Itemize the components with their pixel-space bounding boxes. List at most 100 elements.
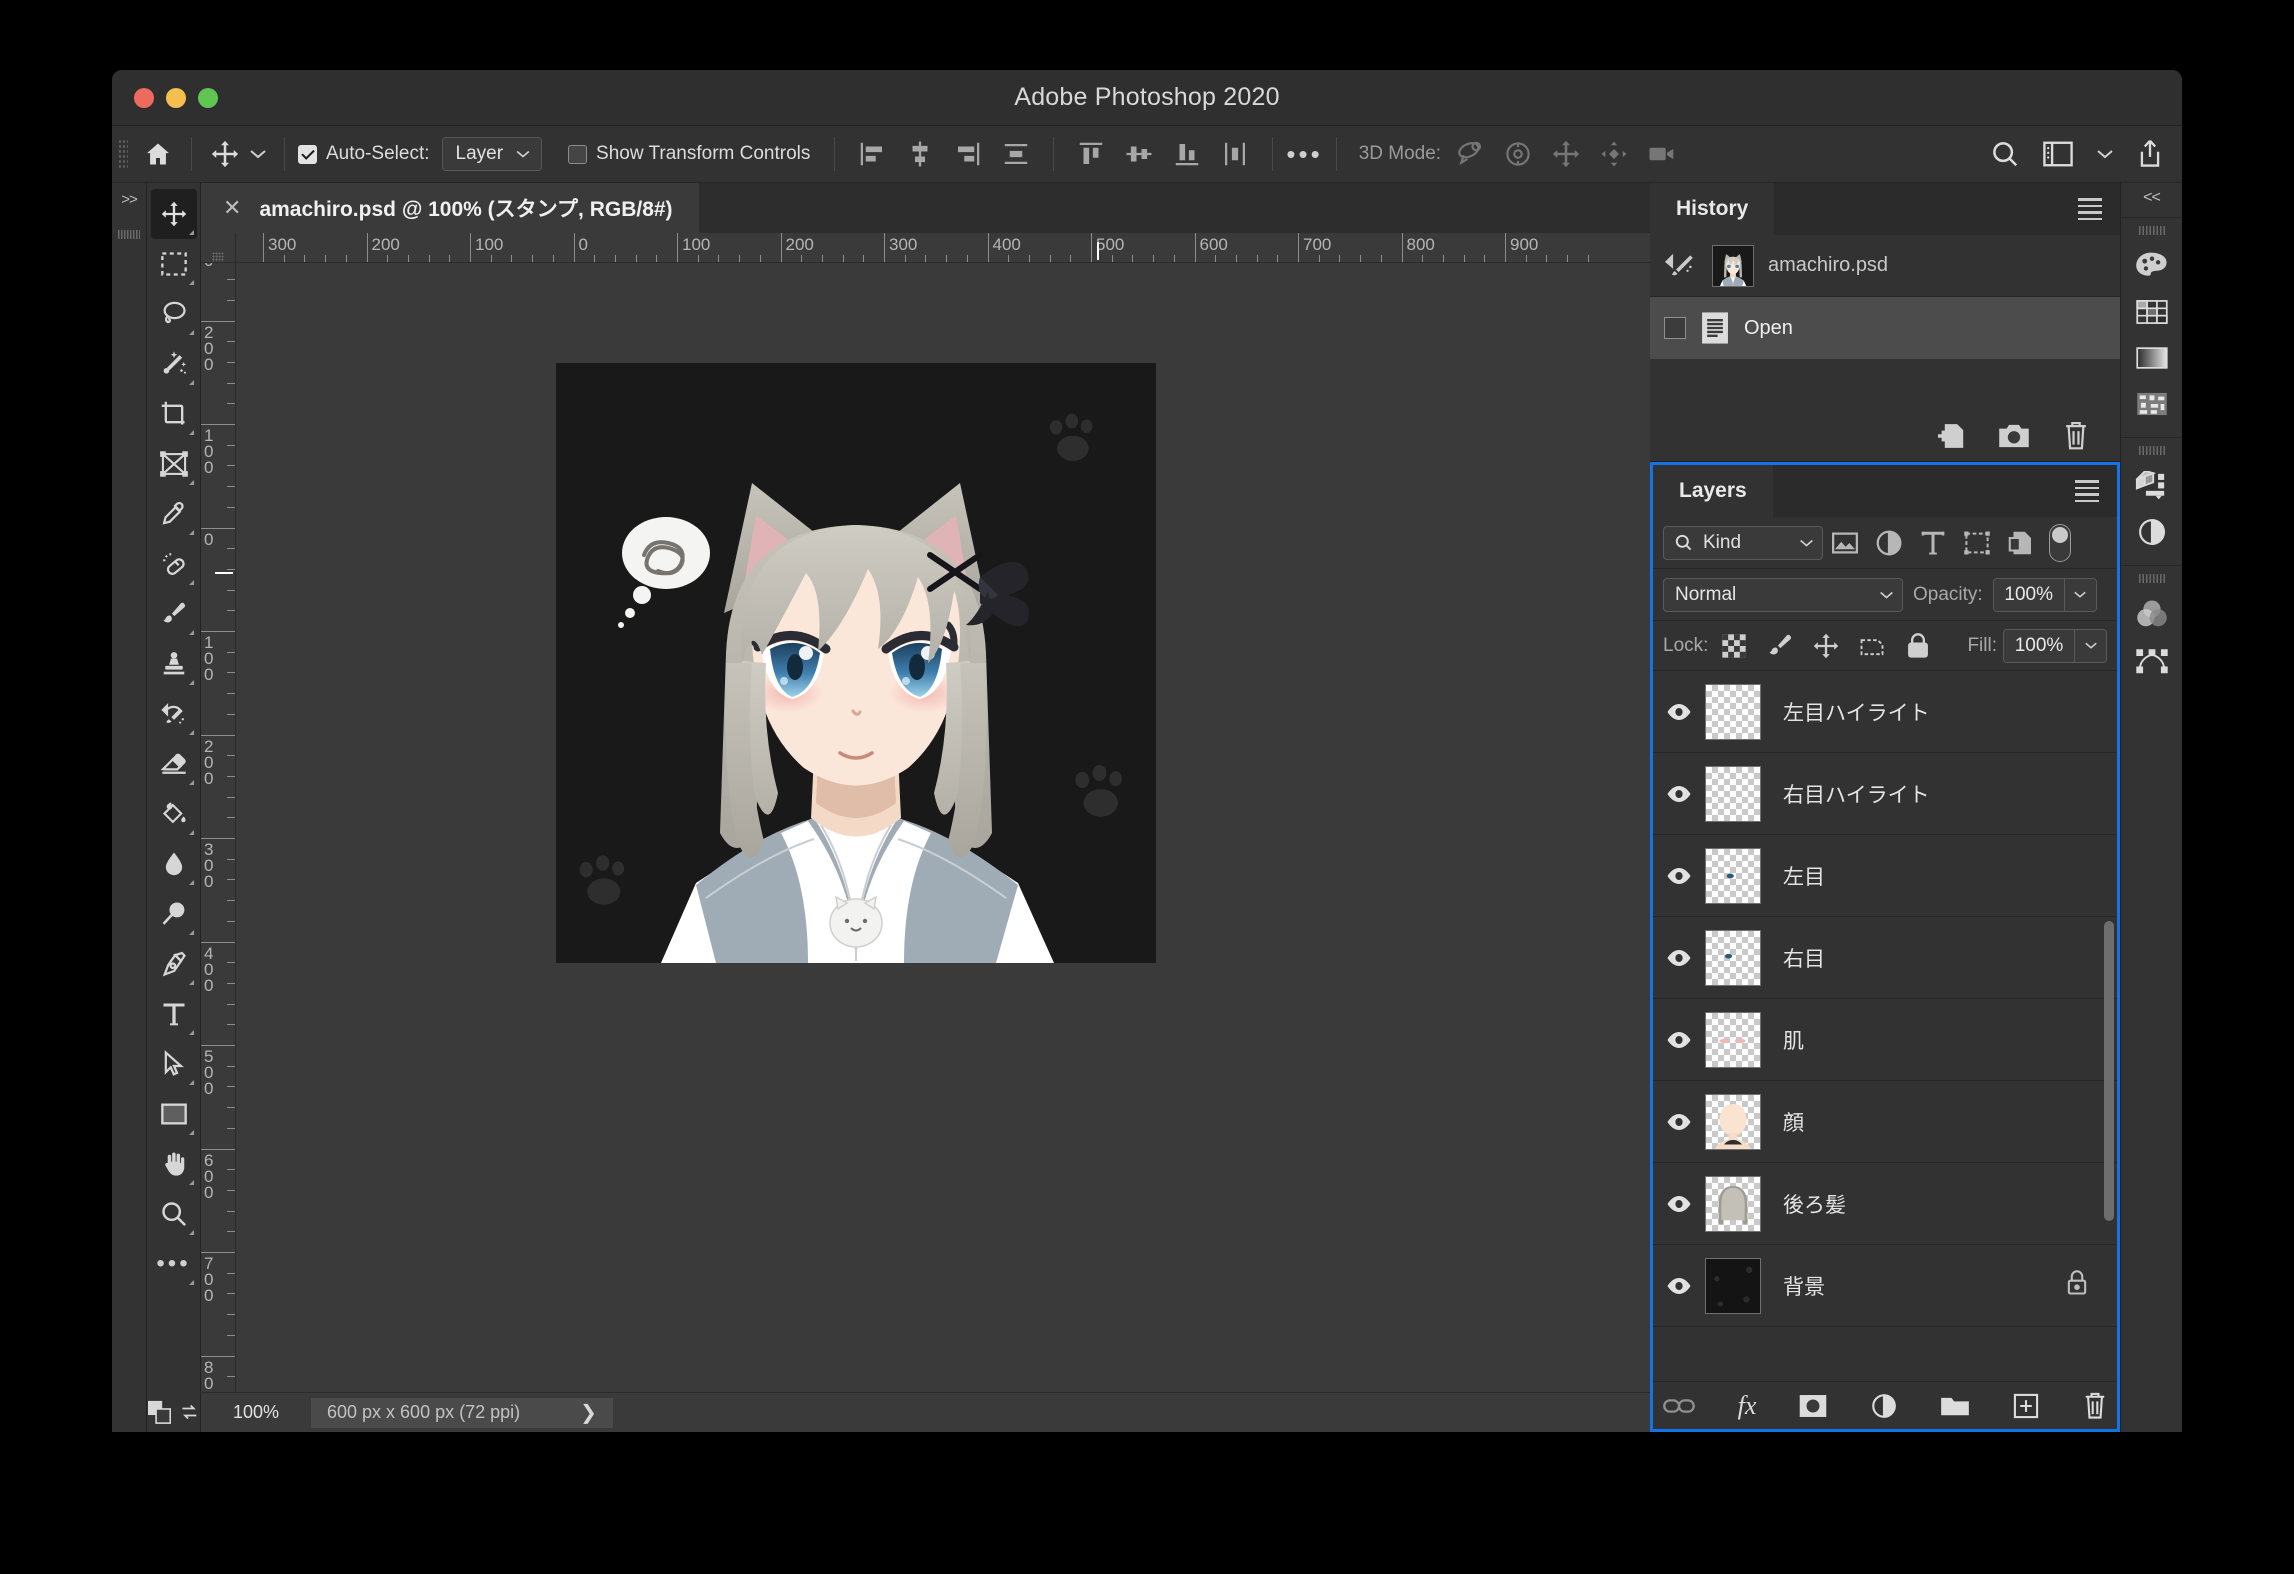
show-transform-controls-checkbox[interactable] — [568, 144, 588, 164]
lock-all-icon[interactable] — [1904, 632, 1932, 660]
healing-brush-tool[interactable] — [151, 539, 197, 589]
slide-3d-icon[interactable] — [1599, 139, 1629, 169]
document-tab[interactable]: ✕ amachiro.psd @ 100% (スタンプ, RGB/8#) — [201, 183, 699, 233]
toolbox-grip[interactable] — [118, 230, 140, 239]
rectangular-marquee-tool[interactable] — [151, 239, 197, 289]
brush-tool[interactable] — [151, 589, 197, 639]
frame-tool[interactable] — [151, 439, 197, 489]
swatches-icon[interactable] — [2130, 289, 2174, 335]
hand-tool[interactable] — [151, 1139, 197, 1189]
options-bar-grip[interactable] — [118, 139, 128, 169]
blend-mode-dropdown[interactable]: Normal — [1663, 577, 1903, 612]
layer-visibility-toggle[interactable] — [1653, 1113, 1705, 1131]
expand-panels-icon[interactable]: >> — [121, 191, 138, 208]
chevron-right-icon[interactable]: ❯ — [580, 1400, 597, 1425]
tab-history[interactable]: History — [1650, 183, 1775, 235]
shape-layer-filter-icon[interactable] — [1962, 528, 1992, 558]
paths-icon[interactable] — [2130, 637, 2174, 683]
layer-visibility-toggle[interactable] — [1653, 867, 1705, 885]
align-left-edges-icon[interactable] — [857, 139, 887, 169]
channels-icon[interactable] — [2130, 591, 2174, 637]
lock-artboard-nesting-icon[interactable] — [1858, 632, 1886, 660]
artboard[interactable] — [556, 363, 1156, 963]
layer-thumbnail[interactable] — [1705, 847, 1761, 904]
orbit-3d-icon[interactable] — [1455, 139, 1485, 169]
layer-thumbnail[interactable] — [1705, 683, 1761, 740]
delete-icon[interactable] — [2062, 420, 2090, 452]
layer-row[interactable]: 右目ハイライト — [1653, 753, 2117, 835]
link-layers-icon[interactable] — [1662, 1395, 1696, 1417]
close-icon[interactable]: ✕ — [223, 195, 241, 221]
layer-row[interactable]: 左目ハイライト — [1653, 671, 2117, 753]
vertical-ruler[interactable]: 300 200 100 0 100 200 300 400 500 600 700 800 — [201, 263, 236, 1392]
opacity-field[interactable]: 100% — [1992, 577, 2097, 612]
layer-visibility-toggle[interactable] — [1653, 785, 1705, 803]
document-size-field[interactable]: 600 px x 600 px (72 ppi) ❯ — [311, 1397, 613, 1428]
roll-3d-icon[interactable] — [1503, 139, 1533, 169]
more-options-button[interactable]: ••• — [1286, 141, 1322, 167]
adjustment-layer-filter-icon[interactable] — [1874, 528, 1904, 558]
distribute-horizontally-icon[interactable] — [1001, 139, 1031, 169]
layer-thumbnail[interactable] — [1705, 765, 1761, 822]
edit-toolbar-button[interactable]: ••• — [151, 1239, 197, 1289]
create-document-from-state-icon[interactable] — [1934, 420, 1966, 452]
magic-wand-tool[interactable] — [151, 339, 197, 389]
history-snapshot-row[interactable]: amachiro.psd — [1650, 235, 2120, 297]
history-state-row[interactable]: Open — [1650, 297, 2120, 359]
type-layer-filter-icon[interactable] — [1918, 528, 1948, 558]
add-layer-style-icon[interactable]: fx — [1738, 1391, 1757, 1421]
pixel-layer-filter-icon[interactable] — [1830, 528, 1860, 558]
crop-tool[interactable] — [151, 389, 197, 439]
tab-layers[interactable]: Layers — [1653, 465, 1773, 517]
lock-position-icon[interactable] — [1812, 632, 1840, 660]
lock-image-pixels-icon[interactable] — [1766, 632, 1794, 660]
fill-stepper-icon[interactable] — [2074, 629, 2106, 662]
layer-thumbnail[interactable] — [1705, 1257, 1761, 1314]
horizontal-ruler[interactable]: 300 200 100 0 100 200 300 400 500 600 700 800 900 — [236, 233, 1650, 263]
layer-list-scrollbar[interactable] — [2104, 921, 2114, 1221]
new-adjustment-layer-icon[interactable] — [1870, 1392, 1898, 1420]
layer-visibility-toggle[interactable] — [1653, 1277, 1705, 1295]
collapse-panels-icon[interactable]: << — [2143, 189, 2161, 217]
auto-select-checkbox[interactable] — [298, 144, 317, 164]
3d-icon[interactable] — [2130, 463, 2174, 509]
history-panel-menu-icon[interactable] — [2078, 194, 2102, 224]
create-snapshot-icon[interactable] — [1998, 421, 2030, 451]
color-palette-icon[interactable] — [2130, 243, 2174, 289]
layer-visibility-toggle[interactable] — [1653, 1031, 1705, 1049]
workspace-icon[interactable] — [2042, 141, 2074, 167]
layer-visibility-toggle[interactable] — [1653, 703, 1705, 721]
layer-row[interactable]: 左目 — [1653, 835, 2117, 917]
rectangle-tool[interactable] — [151, 1089, 197, 1139]
eyedropper-tool[interactable] — [151, 489, 197, 539]
lock-transparent-pixels-icon[interactable] — [1720, 632, 1748, 660]
clone-stamp-tool[interactable] — [151, 639, 197, 689]
new-layer-icon[interactable] — [2012, 1392, 2040, 1420]
align-vertical-centers-icon[interactable] — [1124, 139, 1154, 169]
canvas-viewport[interactable] — [236, 263, 1650, 1392]
dodge-tool[interactable] — [151, 889, 197, 939]
lasso-tool[interactable] — [151, 289, 197, 339]
history-brush-tool[interactable] — [151, 689, 197, 739]
search-icon[interactable] — [1990, 139, 2020, 169]
align-right-edges-icon[interactable] — [953, 139, 983, 169]
gradients-icon[interactable] — [2130, 335, 2174, 381]
layer-thumbnail[interactable] — [1705, 1093, 1761, 1150]
chevron-down-icon[interactable] — [2096, 148, 2114, 160]
pen-tool[interactable] — [151, 939, 197, 989]
layer-row[interactable]: 後ろ髪 — [1653, 1163, 2117, 1245]
share-icon[interactable] — [2136, 139, 2164, 169]
dock-grip[interactable] — [2138, 446, 2165, 455]
align-horizontal-centers-icon[interactable] — [905, 139, 935, 169]
layer-list[interactable]: 左目ハイライト 右目ハイライト 左目 右目肌顔後ろ髪 背景 — [1653, 671, 2117, 1381]
layer-row[interactable]: 右目 — [1653, 917, 2117, 999]
blur-tool[interactable] — [151, 839, 197, 889]
move-tool[interactable] — [150, 189, 197, 239]
zoom-level-field[interactable]: 100% — [201, 1402, 311, 1423]
distribute-vertically-icon[interactable] — [1220, 139, 1250, 169]
layers-panel-menu-icon[interactable] — [2075, 476, 2099, 506]
layer-row[interactable]: 背景 — [1653, 1245, 2117, 1327]
history-state-checkbox[interactable] — [1664, 317, 1686, 339]
patterns-icon[interactable] — [2130, 381, 2174, 427]
ruler-origin[interactable] — [201, 233, 236, 263]
